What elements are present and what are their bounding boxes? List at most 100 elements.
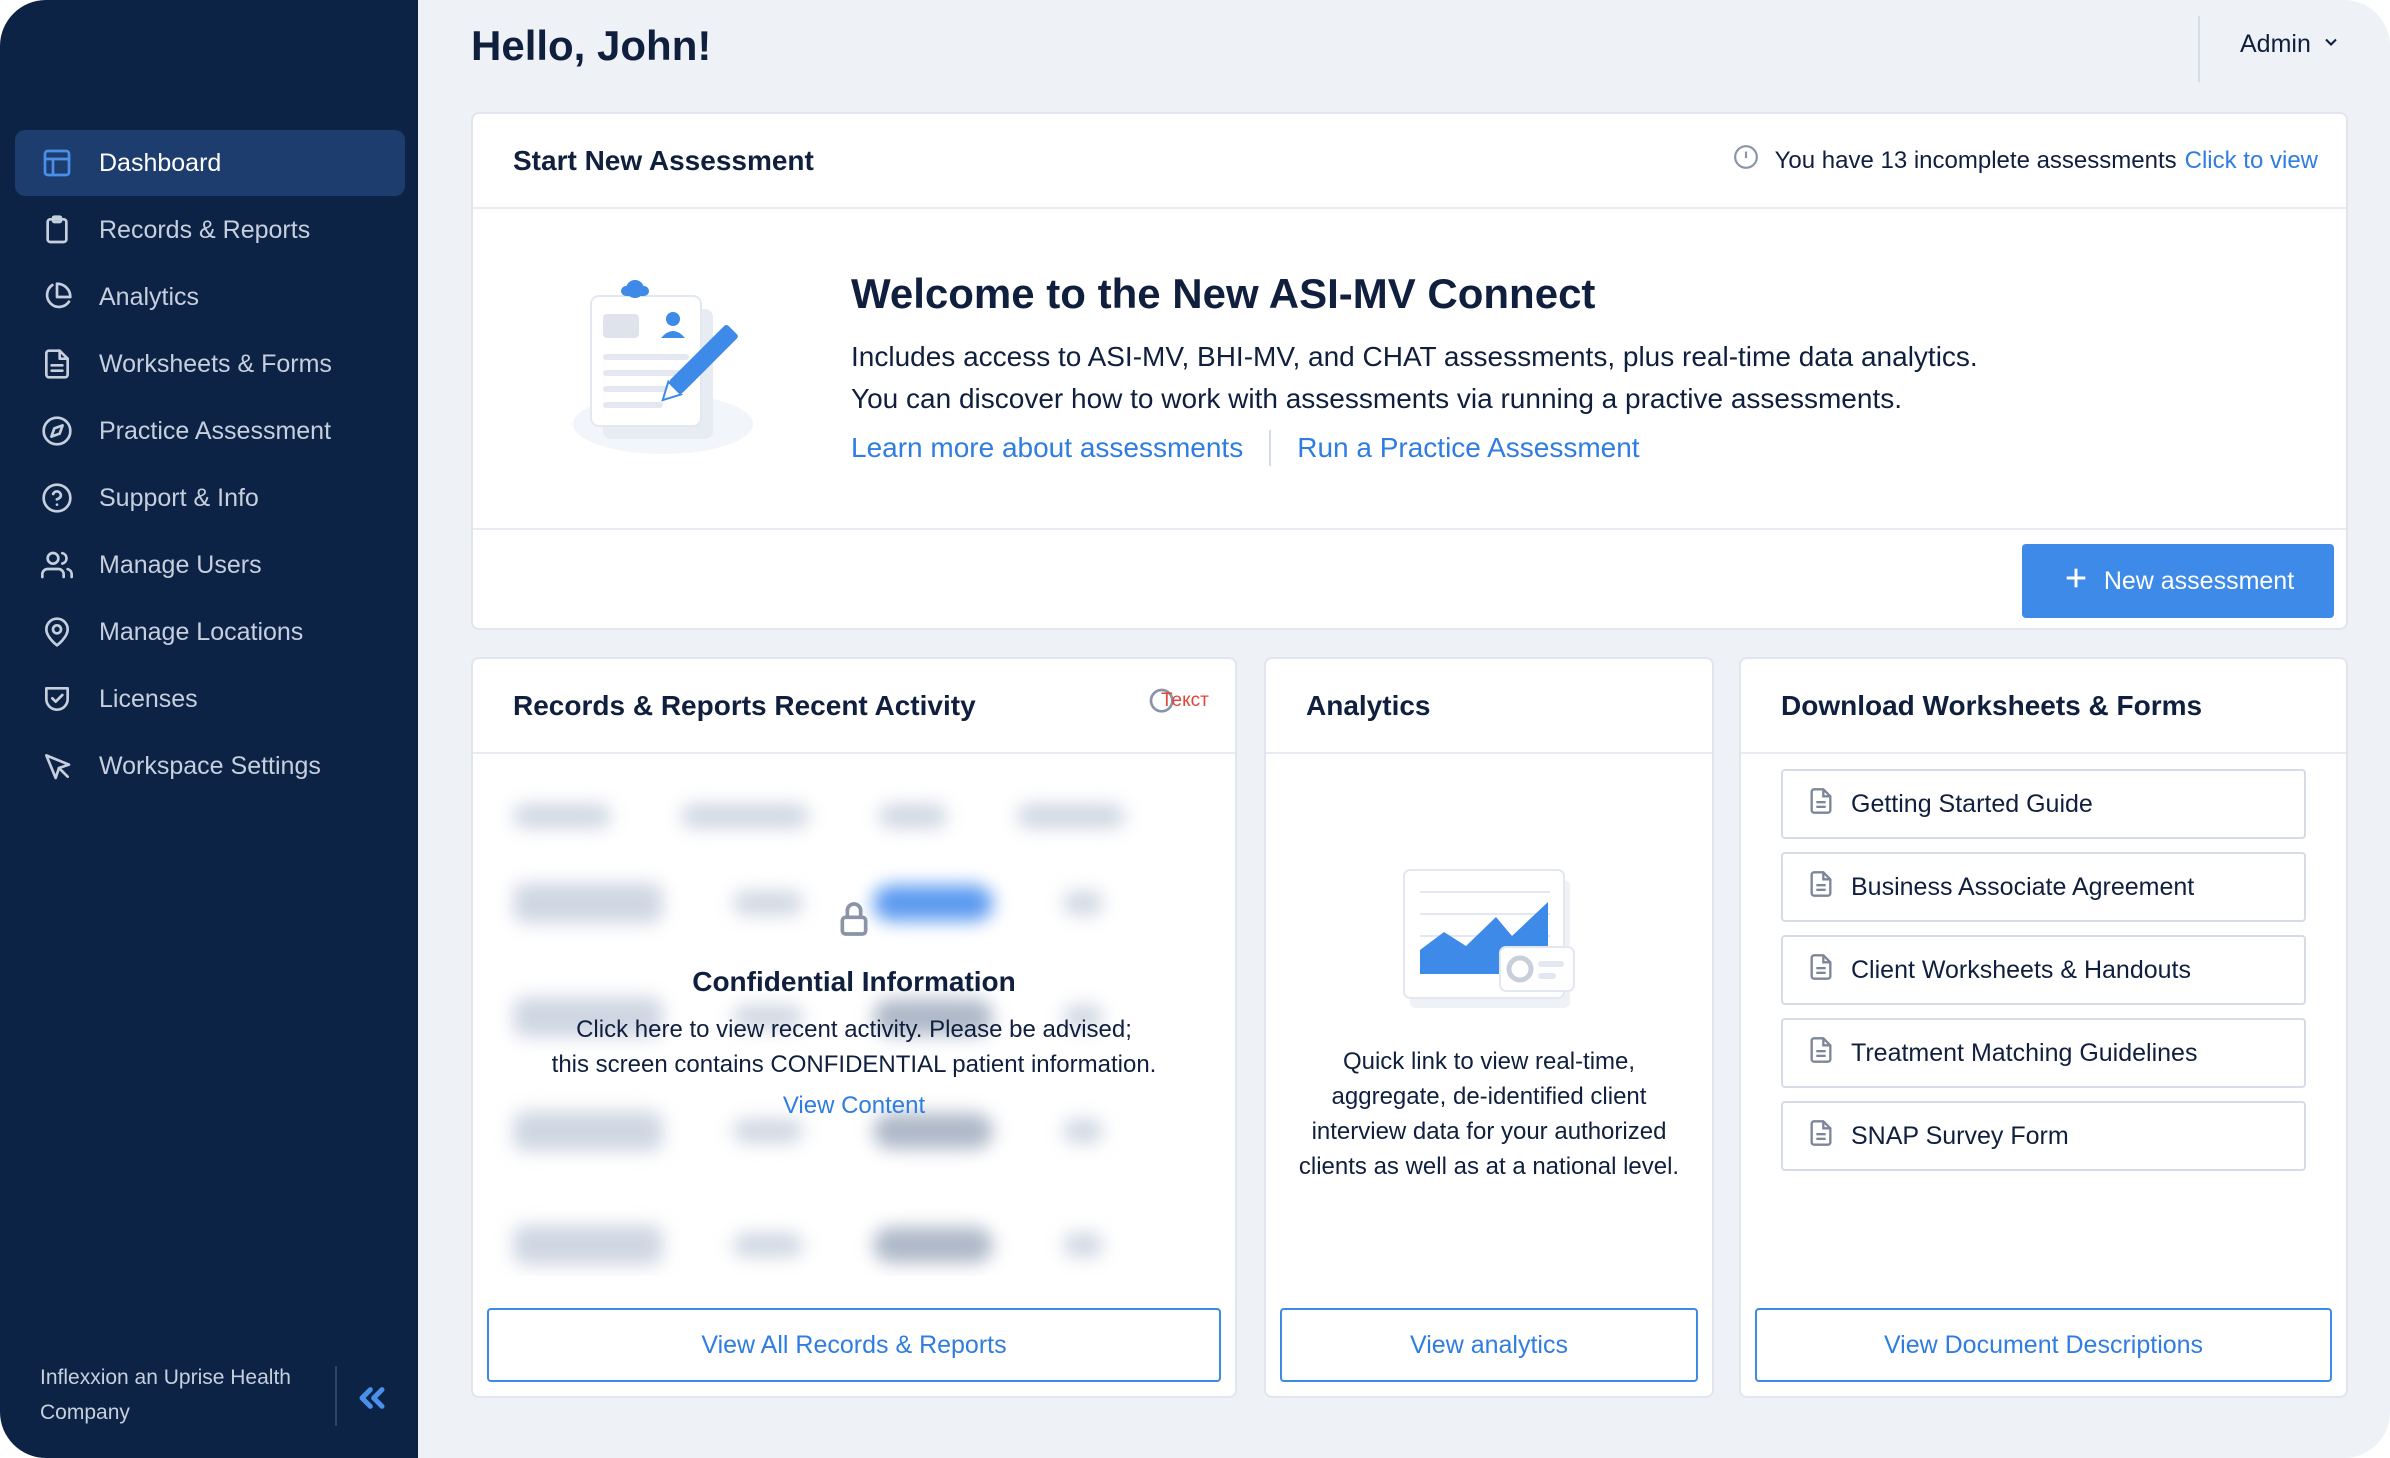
analytics-description: Quick link to view real-time, aggregate,… bbox=[1298, 1048, 1680, 1180]
clipboard-icon bbox=[41, 214, 73, 246]
welcome-links: Learn more about assessments Run a Pract… bbox=[851, 430, 1640, 466]
sidebar-item-licenses[interactable]: Licenses bbox=[15, 666, 405, 732]
plus-icon bbox=[2062, 564, 2104, 599]
file-icon bbox=[1807, 1036, 1851, 1071]
pie-chart-icon bbox=[41, 281, 73, 313]
file-icon bbox=[1807, 870, 1851, 905]
help-circle-icon bbox=[41, 482, 73, 514]
sidebar-item-analytics[interactable]: Analytics bbox=[15, 264, 405, 330]
document-item[interactable]: Client Worksheets & Handouts bbox=[1781, 935, 2306, 1005]
card-title: Download Worksheets & Forms bbox=[1781, 689, 2203, 721]
sidebar-item-label: Support & Info bbox=[99, 483, 259, 512]
clipboard-illustration bbox=[563, 274, 763, 464]
confidential-line-2: this screen contains CONFIDENTIAL patien… bbox=[551, 1051, 1157, 1078]
collapse-sidebar-button[interactable] bbox=[352, 1378, 392, 1418]
card-header: Records & Reports Recent Activity bbox=[473, 659, 1235, 754]
info-icon bbox=[1733, 144, 1775, 177]
placeholder-text-label: Текст bbox=[1161, 690, 1209, 711]
document-item[interactable]: Getting Started Guide bbox=[1781, 769, 2306, 839]
document-icon bbox=[41, 348, 73, 380]
click-to-view-link[interactable]: Click to view bbox=[2185, 147, 2318, 175]
chevrons-left-icon bbox=[352, 1387, 392, 1422]
card-title: Records & Reports Recent Activity bbox=[513, 689, 976, 721]
sidebar-item-worksheets-forms[interactable]: Worksheets & Forms bbox=[15, 331, 405, 397]
start-assessment-card: Start New Assessment You have 13 incompl… bbox=[471, 112, 2348, 630]
document-list: Getting Started Guide Business Associate… bbox=[1781, 769, 2306, 1184]
users-icon bbox=[41, 549, 73, 581]
view-analytics-button[interactable]: View analytics bbox=[1280, 1308, 1698, 1382]
learn-more-link[interactable]: Learn more about assessments bbox=[851, 432, 1243, 464]
document-label: Treatment Matching Guidelines bbox=[1851, 1038, 2198, 1067]
confidential-title: Confidential Information bbox=[692, 966, 1016, 997]
sidebar-item-label: Practice Assessment bbox=[99, 416, 332, 445]
lock-icon bbox=[473, 899, 1235, 944]
run-practice-link[interactable]: Run a Practice Assessment bbox=[1297, 432, 1639, 464]
sidebar-item-label: Records & Reports bbox=[99, 215, 311, 244]
confidential-text: Click here to view recent activity. Plea… bbox=[473, 1012, 1235, 1082]
sidebar-item-practice-assessment[interactable]: Practice Assessment bbox=[15, 398, 405, 464]
document-item[interactable]: Treatment Matching Guidelines bbox=[1781, 1018, 2306, 1088]
app-window: Dashboard Records & Reports Analytics Wo… bbox=[0, 0, 2390, 1458]
document-label: SNAP Survey Form bbox=[1851, 1121, 2069, 1150]
compass-icon bbox=[41, 415, 73, 447]
sidebar-item-label: Dashboard bbox=[99, 148, 222, 177]
sidebar-item-label: Licenses bbox=[99, 684, 198, 713]
sidebar-item-label: Workspace Settings bbox=[99, 751, 321, 780]
company-name: Inflexxion an Uprise Health Company bbox=[40, 1366, 291, 1424]
document-item[interactable]: SNAP Survey Form bbox=[1781, 1101, 2306, 1171]
sidebar-item-dashboard[interactable]: Dashboard bbox=[15, 130, 405, 196]
document-label: Getting Started Guide bbox=[1851, 789, 2093, 818]
sidebar-item-manage-users[interactable]: Manage Users bbox=[15, 532, 405, 598]
sidebar-item-manage-locations[interactable]: Manage Locations bbox=[15, 599, 405, 665]
view-all-records-button[interactable]: View All Records & Reports bbox=[487, 1308, 1221, 1382]
file-icon bbox=[1807, 1119, 1851, 1154]
sidebar-item-records-reports[interactable]: Records & Reports bbox=[15, 197, 405, 263]
records-header-badge: Текст bbox=[1147, 686, 1235, 736]
card-header: Analytics bbox=[1266, 659, 1712, 754]
card-divider bbox=[473, 528, 2346, 530]
analytics-card: Analytics Quick link to view real-time, … bbox=[1264, 657, 1714, 1398]
new-assessment-button[interactable]: New assessment bbox=[2022, 544, 2334, 618]
file-icon bbox=[1807, 953, 1851, 988]
sidebar-item-label: Manage Users bbox=[99, 550, 262, 579]
shield-check-icon bbox=[41, 683, 73, 715]
downloads-card: Download Worksheets & Forms Getting Star… bbox=[1739, 657, 2348, 1398]
sidebar-nav: Dashboard Records & Reports Analytics Wo… bbox=[15, 130, 405, 800]
sidebar-item-label: Manage Locations bbox=[99, 617, 304, 646]
user-menu[interactable]: Admin bbox=[2240, 30, 2341, 59]
file-icon bbox=[1807, 787, 1851, 822]
records-activity-card: Records & Reports Recent Activity Текст … bbox=[471, 657, 1237, 1398]
map-pin-icon bbox=[41, 616, 73, 648]
card-header: Download Worksheets & Forms bbox=[1741, 659, 2346, 754]
welcome-line-1: Includes access to ASI-MV, BHI-MV, and C… bbox=[851, 341, 1978, 372]
cursor-icon bbox=[41, 750, 73, 782]
view-content-link[interactable]: View Content bbox=[783, 1092, 925, 1120]
document-label: Client Worksheets & Handouts bbox=[1851, 955, 2191, 984]
sidebar-item-support-info[interactable]: Support & Info bbox=[15, 465, 405, 531]
view-document-descriptions-button[interactable]: View Document Descriptions bbox=[1755, 1308, 2332, 1382]
footer-divider bbox=[335, 1366, 337, 1426]
incomplete-text: You have 13 incomplete assessments bbox=[1774, 146, 2177, 174]
chevron-down-icon bbox=[2311, 30, 2341, 59]
confidential-line-1: Click here to view recent activity. Plea… bbox=[576, 1016, 1132, 1043]
welcome-description: Includes access to ASI-MV, BHI-MV, and C… bbox=[851, 336, 1978, 420]
incomplete-notice: You have 13 incomplete assessments Click… bbox=[1733, 144, 2318, 177]
sidebar-item-workspace-settings[interactable]: Workspace Settings bbox=[15, 733, 405, 799]
document-label: Business Associate Agreement bbox=[1851, 872, 2195, 901]
document-item[interactable]: Business Associate Agreement bbox=[1781, 852, 2306, 922]
layout-icon bbox=[41, 147, 73, 179]
page-title: Hello, John! bbox=[471, 22, 712, 69]
card-title: Analytics bbox=[1306, 689, 1431, 721]
sidebar-item-label: Analytics bbox=[99, 282, 200, 311]
sidebar-item-label: Worksheets & Forms bbox=[99, 349, 332, 378]
user-menu-label: Admin bbox=[2240, 30, 2311, 58]
link-separator bbox=[1269, 430, 1272, 466]
new-assessment-label: New assessment bbox=[2103, 566, 2295, 595]
analytics-illustration bbox=[1400, 862, 1580, 1012]
sidebar: Dashboard Records & Reports Analytics Wo… bbox=[0, 0, 418, 1458]
welcome-line-2: You can discover how to work with assess… bbox=[851, 383, 1903, 414]
welcome-title: Welcome to the New ASI-MV Connect bbox=[851, 270, 1596, 317]
confidential-overlay: Confidential Information Click here to v… bbox=[473, 899, 1235, 1120]
card-title: Start New Assessment bbox=[513, 144, 814, 176]
header-divider bbox=[2198, 16, 2200, 82]
